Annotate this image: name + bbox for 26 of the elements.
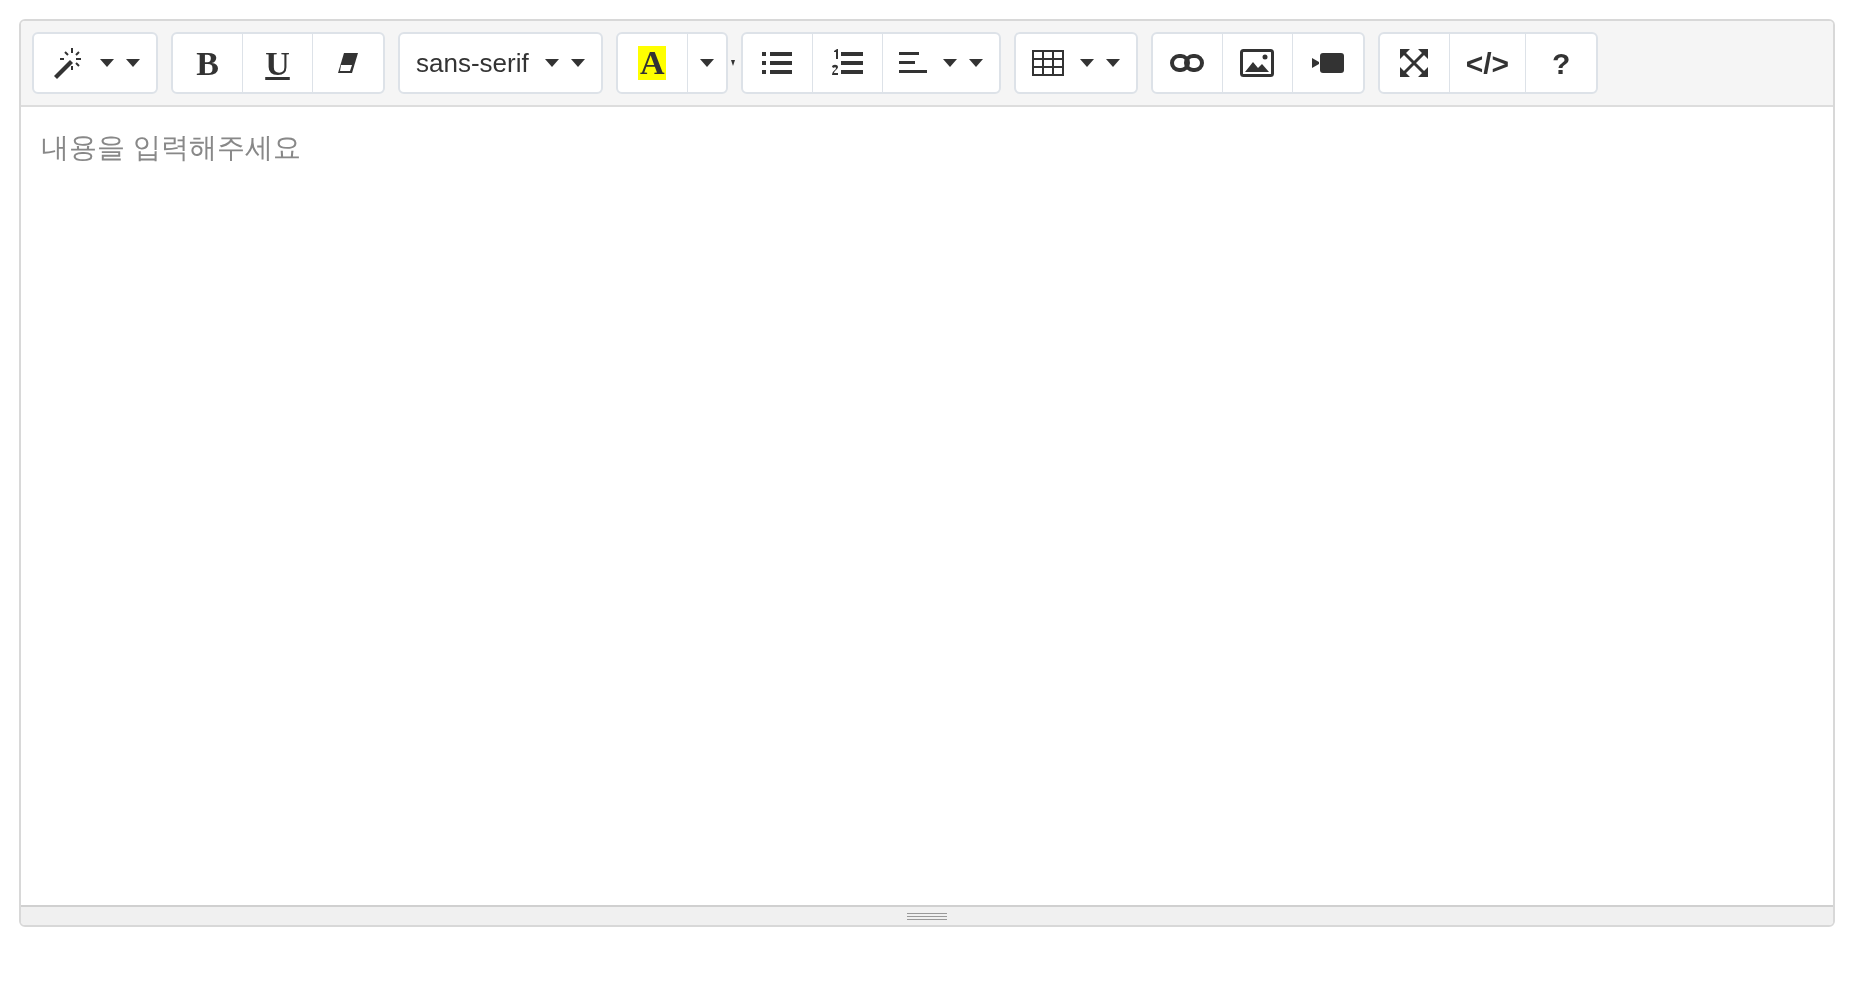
caret-icon: [942, 59, 957, 67]
toolbar-button[interactable]: sans-serif: [400, 34, 601, 92]
caret-icon: [126, 59, 140, 67]
link-icon: [1170, 54, 1205, 72]
fullscreen-icon: [1399, 48, 1430, 78]
picture-icon: [1240, 49, 1275, 77]
toolbar-button[interactable]: A: [617, 34, 688, 92]
toolbar-button[interactable]: B: [173, 34, 243, 92]
toolbar-button[interactable]: ?: [1526, 34, 1597, 92]
bullet-list-icon: [762, 51, 793, 75]
eraser-icon: [336, 52, 360, 74]
caret-icon: [1105, 59, 1120, 67]
caret-icon: [100, 59, 114, 67]
caret-icon: [544, 59, 559, 67]
video-camera-icon: [1311, 53, 1344, 73]
caret-icon: [699, 59, 714, 67]
placeholder-text: 내용을 입력해주세요: [41, 132, 301, 163]
align-left-icon: [898, 52, 927, 74]
table-icon: [1031, 50, 1064, 76]
toolbar-button[interactable]: </>: [1449, 34, 1527, 92]
caret-icon: [1079, 59, 1094, 67]
numbered-list-icon: [831, 49, 864, 77]
caret-icon: [570, 59, 585, 67]
toolbar-button[interactable]: U: [243, 34, 313, 92]
grip-icon: [907, 912, 947, 920]
caret-icon: [968, 59, 983, 67]
